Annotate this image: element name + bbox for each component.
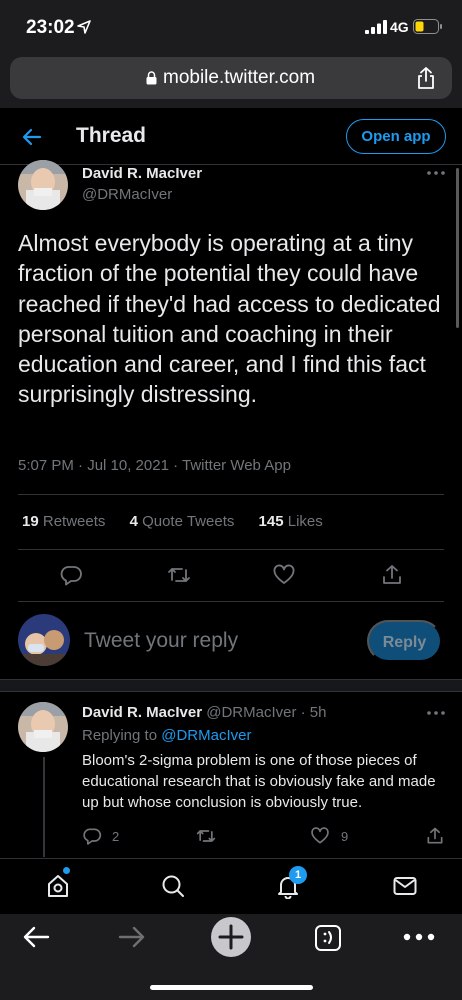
reply-count: 2 [112,829,120,844]
browser-back-icon[interactable] [22,925,50,949]
more-dots-icon[interactable] [426,170,446,176]
url-text: mobile.twitter.com [163,67,316,88]
share-icon[interactable] [415,66,437,90]
section-separator [0,679,462,692]
divider [18,601,444,602]
new-tab-icon[interactable] [210,916,252,958]
reply-age: · 5h [300,704,327,721]
scrollbar[interactable] [456,168,459,328]
home-indicator [150,985,313,990]
notifications-badge: 1 [289,866,307,884]
reply-header: David R. MacIver @DRMacIver · 5h [82,704,327,721]
mention-link[interactable]: @DRMacIver [161,727,251,744]
quotes-stat[interactable]: 4 Quote Tweets [130,513,235,530]
reply-author-handle[interactable]: @DRMacIver [206,704,296,721]
reply-button[interactable]: Reply [367,620,442,662]
retweet-icon[interactable] [196,826,216,846]
reply-author-name[interactable]: David R. MacIver [82,704,202,721]
replying-to: Replying to @DRMacIver [82,727,252,744]
like-count: 9 [341,829,349,844]
tweet-stats: 19 Retweets 4 Quote Tweets 145 Likes [22,513,343,530]
page-title: Thread [76,124,147,147]
share-tweet-icon[interactable] [425,826,445,846]
author-handle[interactable]: @DRMacIver [82,186,172,203]
divider [18,494,444,495]
browser-menu-icon[interactable] [403,933,435,941]
reply-avatar[interactable] [18,702,68,752]
retweets-stat[interactable]: 19 Retweets [22,513,105,530]
signal-icon [365,20,387,34]
back-arrow-icon[interactable] [20,125,44,149]
reply-icon[interactable] [59,563,83,587]
open-app-button[interactable]: Open app [346,119,446,154]
retweet-icon[interactable] [167,563,191,587]
likes-stat[interactable]: 145 Likes [259,513,323,530]
url-field[interactable]: mobile.twitter.com [10,57,452,99]
explore-icon[interactable] [160,873,186,899]
thread-line [43,757,45,857]
reply-input[interactable]: Tweet your reply [84,629,238,653]
tabs-icon[interactable] [314,924,342,952]
like-icon[interactable] [310,826,330,846]
author-name[interactable]: David R. MacIver [82,165,202,182]
share-tweet-icon[interactable] [380,563,404,587]
divider [18,549,444,550]
more-dots-icon[interactable] [426,710,446,716]
like-icon[interactable] [272,563,296,587]
avatar[interactable] [18,160,68,210]
home-icon[interactable] [45,873,71,899]
messages-icon[interactable] [392,873,418,899]
browser-forward-icon[interactable] [118,925,146,949]
reply-icon[interactable] [82,826,102,846]
location-arrow-icon [77,20,91,34]
tweet-text: Almost everybody is operating at a tiny … [18,230,441,408]
status-time: 23:02 [26,17,75,38]
my-avatar[interactable] [18,614,70,666]
home-notification-dot [63,867,70,874]
network-type: 4G [390,19,409,35]
status-bar: 23:02 4G [0,0,462,52]
thread-header: Thread Open app [0,108,462,165]
reply-tweet-text: Bloom's 2-sigma problem is one of those … [82,752,436,811]
lock-icon [146,71,157,85]
battery-icon [413,19,442,34]
browser-address-bar: mobile.twitter.com [0,52,462,108]
tweet-meta: 5:07 PM · Jul 10, 2021 · Twitter Web App [18,457,291,474]
